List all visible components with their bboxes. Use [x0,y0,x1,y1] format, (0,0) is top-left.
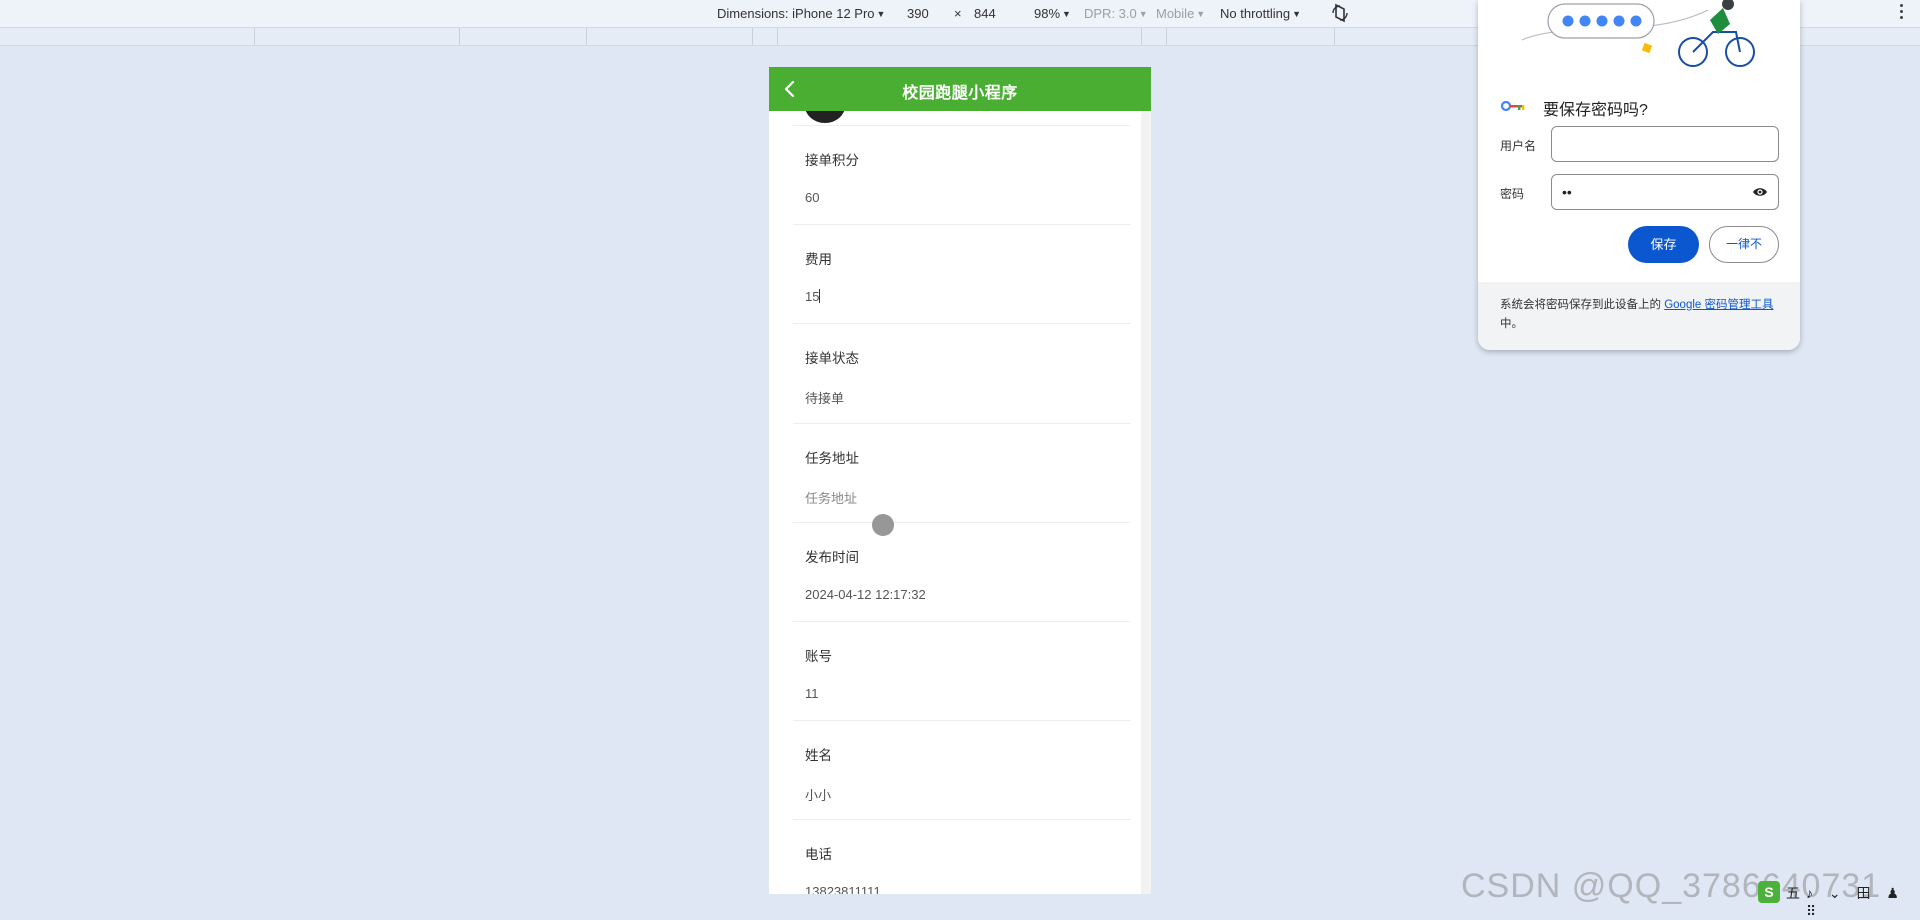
field-label: 电话 [805,847,832,862]
save-password-title: 要保存密码吗? [1543,102,1648,119]
ruler-divider [1166,28,1167,45]
chevron-down-icon: ▼ [1196,9,1206,19]
password-manager-link[interactable]: Google 密码管理工具 [1664,299,1773,311]
fee-input[interactable]: 15 [805,289,821,304]
password-illustration-icon [1521,0,1755,67]
ruler-divider [1141,28,1142,45]
ime-logo-icon[interactable]: S [1758,881,1780,903]
field-row-phone: 电话 13823811111 [793,819,1131,894]
field-value[interactable]: 11 [805,686,819,701]
eye-icon[interactable] [1752,186,1768,198]
password-label: 密码 [1500,187,1525,201]
field-value: 15 [805,289,820,304]
save-password-footer: 系统会将密码保存到此设备上的 Google 密码管理工具中。 [1478,282,1800,350]
zoom-dropdown[interactable]: 98% ▼ [1034,6,1071,21]
chevron-down-icon: ▼ [1138,9,1148,19]
field-value[interactable]: 小小 [805,785,831,804]
dimension-separator: × [954,6,962,21]
field-row-points: 接单积分 60 [793,125,1131,224]
nav-bar: 校园跑腿小程序 [769,67,1151,111]
field-row-name: 姓名 小小 [793,720,1131,819]
field-label: 账号 [805,649,832,664]
device-dimensions-dropdown[interactable]: Dimensions: iPhone 12 Pro ▼ [717,6,885,21]
footer-text-end: 中。 [1500,318,1523,330]
detail-content: 接单积分 60 费用 15 接单状态 待接单 任务地址 任务地址 发布时间 20… [769,111,1141,894]
mobile-dropdown[interactable]: Mobile ▼ [1156,6,1205,21]
ruler-divider [459,28,460,45]
chevron-down-icon: ▼ [1062,9,1071,19]
footer-text: 系统会将密码保存到此设备上的 [1500,299,1665,311]
avatar [805,111,845,123]
chevron-down-icon: ▼ [1292,9,1302,19]
field-value[interactable]: 13823811111 [805,884,881,894]
device-name: Dimensions: iPhone 12 Pro [717,6,875,21]
throttling-value: No throttling [1220,6,1291,21]
field-row-publish-time: 发布时间 2024-04-12 12:17:32 [793,522,1131,621]
field-label: 接单积分 [805,153,859,168]
tray-icons[interactable]: ♪ ⌄ 田 ♟ ⠿ [1806,883,1920,920]
field-label: 接单状态 [805,351,859,366]
zoom-value: 98% [1034,6,1061,21]
field-value[interactable]: 60 [805,190,819,205]
field-label: 姓名 [805,748,832,763]
key-icon [1500,100,1525,112]
chevron-down-icon: ▼ [876,9,886,19]
rotate-icon[interactable] [1330,3,1350,26]
address-input[interactable]: 任务地址 [805,488,857,507]
device-width-input[interactable]: 390 [907,6,929,21]
throttling-dropdown[interactable]: No throttling ▼ [1220,6,1301,21]
save-password-bubble: 要保存密码吗? 用户名 密码 •• 保存 一律不 系统会将密码保存到此设备上的 … [1478,0,1800,350]
ruler-divider [254,28,255,45]
field-label: 任务地址 [805,451,859,466]
dpr-value: DPR: 3.0 [1084,6,1137,21]
page-title: 校园跑腿小程序 [902,85,1018,102]
username-field[interactable] [1551,126,1779,162]
ruler-divider [586,28,587,45]
password-value: •• [1562,184,1572,200]
ruler-divider [1334,28,1335,45]
field-row-address: 任务地址 任务地址 [793,423,1131,522]
field-row-fee: 费用 15 [793,224,1131,323]
username-label: 用户名 [1500,139,1537,153]
field-row-status: 接单状态 待接单 [793,323,1131,422]
never-button[interactable]: 一律不 [1709,226,1779,263]
ime-mode[interactable]: 五 [1786,883,1800,903]
device-height-input[interactable]: 844 [974,6,996,21]
field-label: 费用 [805,252,832,267]
save-button[interactable]: 保存 [1628,226,1699,263]
system-tray: S 五 ♪ ⌄ 田 ♟ ⠿ [1758,880,1920,919]
mobile-value: Mobile [1156,6,1195,21]
dpr-dropdown[interactable]: DPR: 3.0 ▼ [1084,6,1148,21]
touch-cursor-indicator [872,514,894,536]
field-value[interactable]: 2024-04-12 12:17:32 [805,587,926,602]
ruler-divider [777,28,778,45]
ruler-divider [752,28,753,45]
field-label: 发布时间 [805,550,859,565]
text-cursor [819,289,821,303]
phone-viewport: 校园跑腿小程序 接单积分 60 费用 15 接单状态 待接单 任务地址 任务地址… [769,67,1151,894]
field-row-account: 账号 11 [793,621,1131,720]
more-options-icon[interactable] [1900,4,1904,22]
password-field[interactable]: •• [1551,174,1779,210]
field-value[interactable]: 待接单 [805,388,844,407]
